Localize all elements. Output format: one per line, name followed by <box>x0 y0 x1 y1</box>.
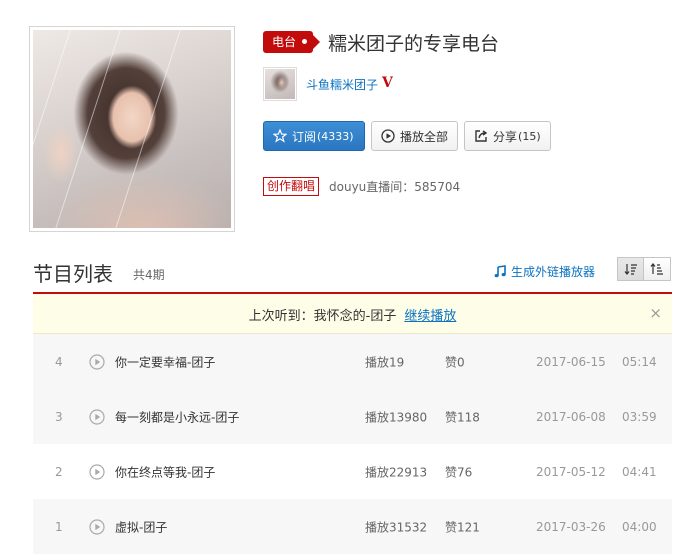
table-row[interactable]: 1 虚拟-团子 播放31532 赞121 2017-03-26 04:00 <box>33 499 672 554</box>
track-duration: 04:00 <box>622 519 657 534</box>
track-name[interactable]: 你一定要幸福-团子 <box>115 353 215 370</box>
track-index: 3 <box>55 409 63 424</box>
resume-notice: 上次听到：我怀念的-团子 继续播放 × <box>33 294 672 334</box>
author-row: 斗鱼糯米团子 V <box>263 67 393 101</box>
table-row[interactable]: 3 每一刻都是小永远-团子 播放13980 赞118 2017-06-08 03… <box>33 389 672 444</box>
action-buttons: 订阅 (4333) 播放全部 分享 (15) <box>263 121 557 151</box>
tag-row: 创作翻唱 douyu直播间：585704 <box>263 177 460 196</box>
list-count: 共4期 <box>133 268 165 282</box>
track-duration: 05:14 <box>622 354 657 369</box>
track-date: 2017-06-15 <box>536 354 606 369</box>
category-tag[interactable]: 创作翻唱 <box>263 177 320 196</box>
list-header: 节目列表 共4期 生成外链播放器 <box>33 254 672 294</box>
track-plays: 播放19 <box>365 355 405 369</box>
sort-descending-icon <box>624 260 638 279</box>
track-plays: 播放13980 <box>365 410 428 424</box>
track-likes: 赞0 <box>445 355 465 369</box>
track-likes: 赞121 <box>445 520 480 534</box>
share-button[interactable]: 分享 (15) <box>464 121 551 151</box>
last-played-text: 上次听到：我怀念的-团子 <box>248 309 397 324</box>
track-duration: 04:41 <box>622 464 657 479</box>
play-circle-icon[interactable] <box>89 518 105 535</box>
radio-title: 糯米团子的专享电台 <box>328 32 500 55</box>
track-plays: 播放22913 <box>365 465 428 479</box>
star-outline-icon <box>273 129 287 143</box>
author-name-link[interactable]: 斗鱼糯米团子 <box>306 76 378 93</box>
avatar[interactable] <box>263 67 297 101</box>
share-icon <box>474 129 488 143</box>
radio-cover <box>29 26 235 232</box>
title-row: 电台 糯米团子的专享电台 <box>263 29 499 55</box>
track-date: 2017-05-12 <box>536 464 606 479</box>
sort-ascending-icon <box>650 260 664 279</box>
list-title: 节目列表 <box>33 262 113 286</box>
track-likes: 赞118 <box>445 410 480 424</box>
track-date: 2017-06-08 <box>536 409 606 424</box>
track-name[interactable]: 你在终点等我-团子 <box>115 463 215 480</box>
play-circle-icon <box>381 129 395 143</box>
sort-descending-button[interactable] <box>617 257 644 281</box>
room-info: douyu直播间：585704 <box>329 180 461 194</box>
track-plays: 播放31532 <box>365 520 428 534</box>
track-index: 4 <box>55 354 63 369</box>
track-index: 1 <box>55 519 63 534</box>
cover-image <box>33 30 231 228</box>
radio-badge: 电台 <box>263 31 321 53</box>
sort-toggle <box>617 257 671 281</box>
play-circle-icon[interactable] <box>89 408 105 425</box>
track-date: 2017-03-26 <box>536 519 606 534</box>
track-name[interactable]: 虚拟-团子 <box>115 518 167 535</box>
track-index: 2 <box>55 464 63 479</box>
play-all-button[interactable]: 播放全部 <box>371 121 459 151</box>
sort-ascending-button[interactable] <box>644 257 671 281</box>
music-note-icon <box>494 265 506 278</box>
track-list: 4 你一定要幸福-团子 播放19 赞0 2017-06-15 05:14 3 每… <box>33 334 672 554</box>
table-row[interactable]: 2 你在终点等我-团子 播放22913 赞76 2017-05-12 04:41 <box>33 444 672 499</box>
generate-player-link[interactable]: 生成外链播放器 <box>494 263 595 280</box>
track-likes: 赞76 <box>445 465 473 479</box>
track-duration: 03:59 <box>622 409 657 424</box>
play-circle-icon[interactable] <box>89 353 105 370</box>
close-icon[interactable]: × <box>649 304 662 322</box>
vip-badge: V <box>382 74 393 91</box>
subscribe-button[interactable]: 订阅 (4333) <box>263 121 365 151</box>
continue-play-link[interactable]: 继续播放 <box>404 309 456 324</box>
track-name[interactable]: 每一刻都是小永远-团子 <box>115 408 239 425</box>
table-row[interactable]: 4 你一定要幸福-团子 播放19 赞0 2017-06-15 05:14 <box>33 334 672 389</box>
play-circle-icon[interactable] <box>89 463 105 480</box>
